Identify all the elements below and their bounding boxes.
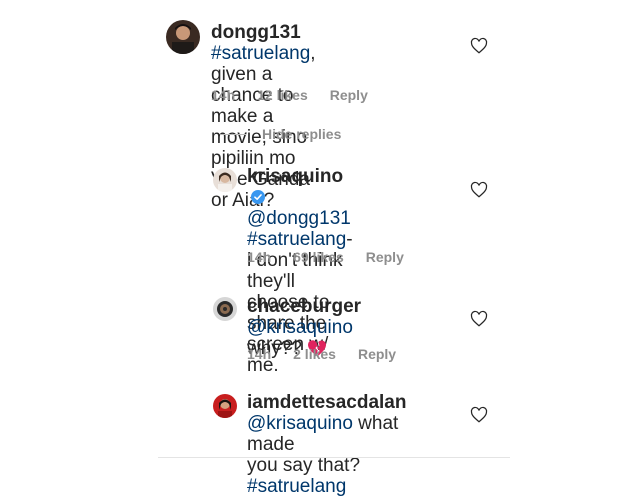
comment-meta: 14h 2 likes Reply: [247, 346, 396, 362]
comment-meta: 14h 69 likes Reply: [247, 249, 404, 265]
likes-count[interactable]: 2 likes: [293, 346, 336, 362]
comment-text: iamdettesacdalan @krisaquino what made y…: [247, 392, 406, 497]
likes-count[interactable]: 12 likes: [257, 87, 308, 103]
mention-link[interactable]: @krisaquino: [247, 317, 353, 338]
hide-replies-button[interactable]: Hide replies: [220, 126, 341, 142]
avatar-krisaquino[interactable]: [213, 168, 237, 192]
heart-icon[interactable]: [470, 310, 488, 328]
avatar-iamdettesacdalan[interactable]: [213, 394, 237, 418]
heart-icon[interactable]: [470, 181, 488, 199]
hashtag-link[interactable]: #satruelang: [247, 229, 346, 250]
username[interactable]: chaceburger: [247, 296, 361, 317]
mention-link[interactable]: @dongg131: [247, 208, 351, 229]
reply-button[interactable]: Reply: [330, 87, 368, 103]
mention-link[interactable]: @krisaquino: [247, 413, 353, 434]
hashtag-link[interactable]: #satruelang: [211, 43, 310, 64]
username[interactable]: dongg131: [211, 22, 301, 43]
comment-meta: 14h 12 likes Reply: [211, 87, 368, 103]
reply-button[interactable]: Reply: [358, 346, 396, 362]
timestamp: 14h: [247, 346, 272, 362]
heart-icon[interactable]: [470, 406, 488, 424]
username[interactable]: krisaquino: [247, 166, 343, 187]
avatar-dongg131[interactable]: [166, 20, 200, 54]
likes-count[interactable]: 69 likes: [293, 249, 344, 265]
hashtag-link[interactable]: #satruelang: [247, 476, 346, 497]
timestamp: 14h: [247, 249, 272, 265]
avatar-chaceburger[interactable]: [213, 297, 237, 321]
verified-badge-icon: [251, 190, 265, 204]
hide-replies-label[interactable]: Hide replies: [262, 126, 341, 142]
divider-line: [158, 457, 510, 458]
heart-icon[interactable]: [470, 37, 488, 55]
timestamp: 14h: [211, 87, 236, 103]
username[interactable]: iamdettesacdalan: [247, 392, 406, 413]
reply-button[interactable]: Reply: [366, 249, 404, 265]
divider-line: [220, 133, 246, 135]
